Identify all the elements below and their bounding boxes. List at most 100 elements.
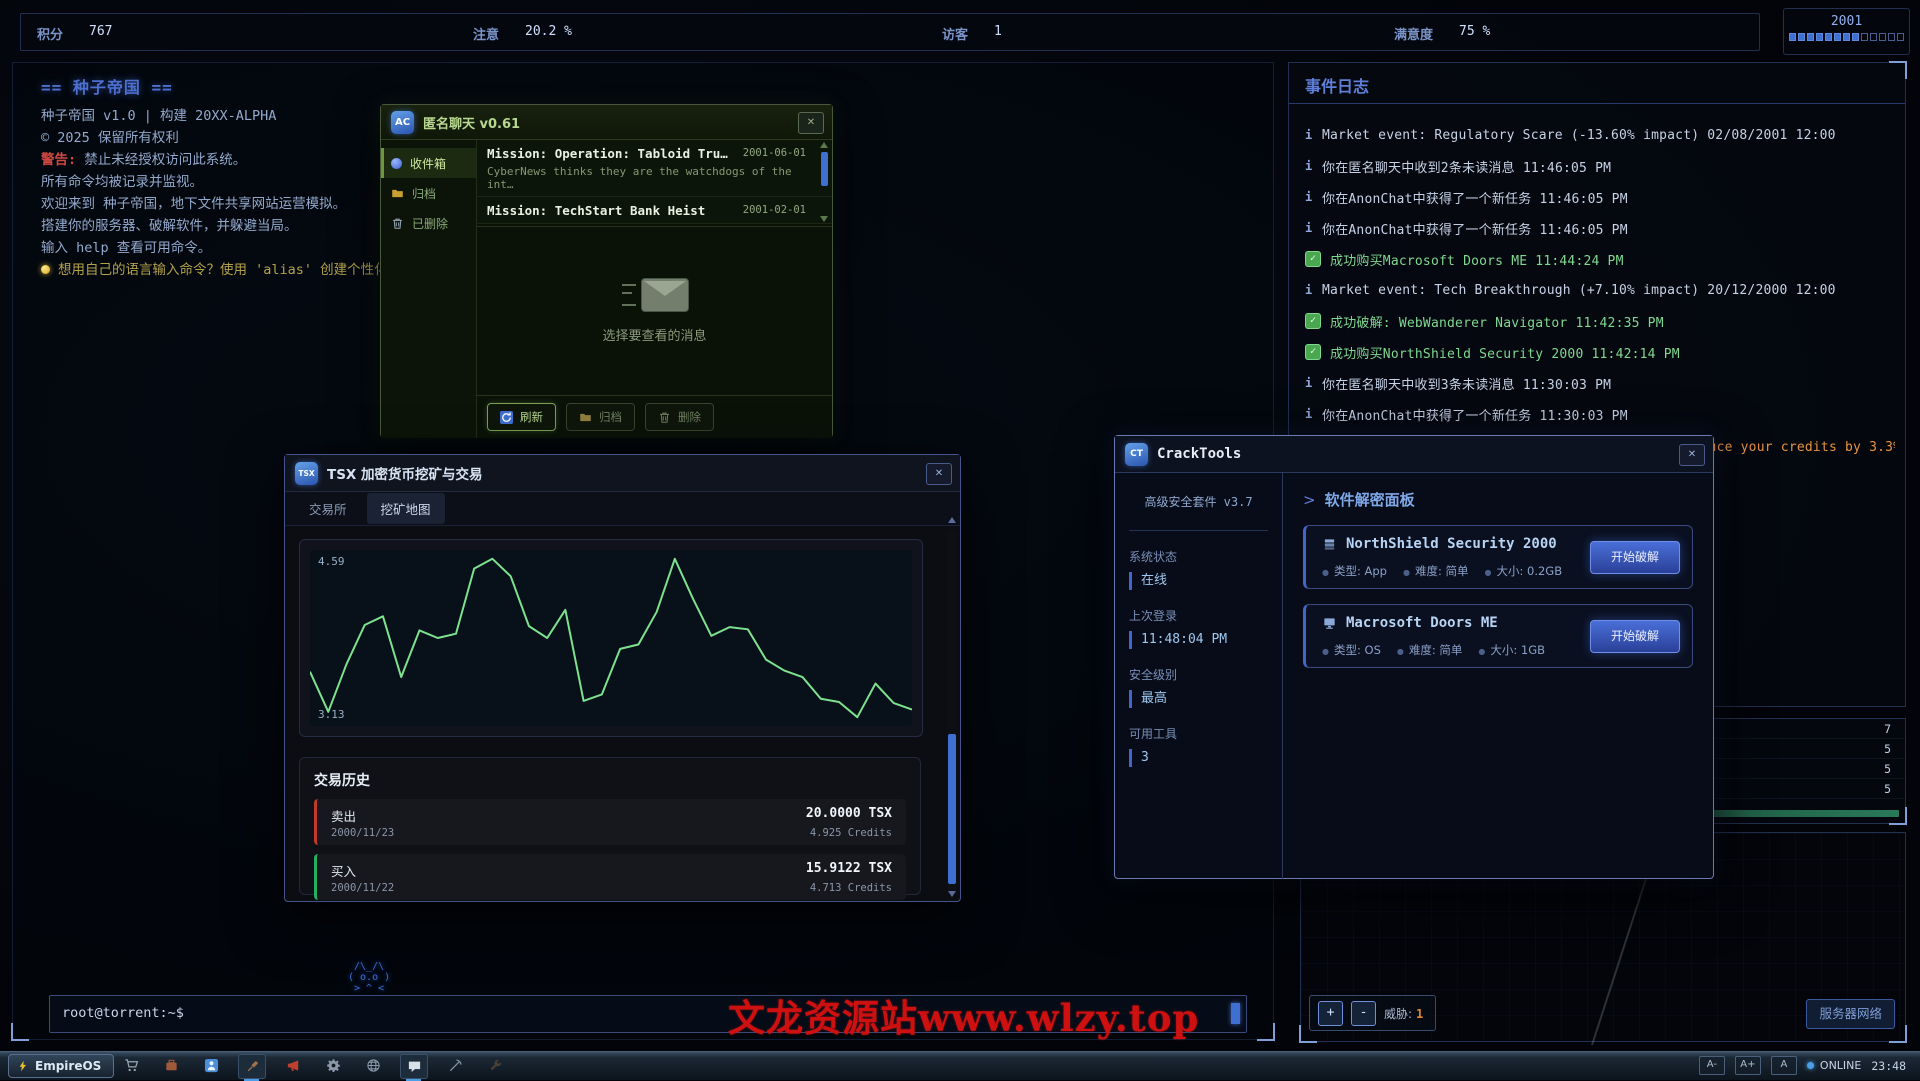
satisfaction-stat: 满意度 75 %: [1394, 24, 1490, 43]
satisfaction-label: 满意度: [1394, 24, 1433, 43]
font-smaller-button[interactable]: A-: [1699, 1056, 1725, 1075]
message-scrollbar[interactable]: [820, 142, 829, 222]
empty-message-hint: 选择要查看的消息: [602, 325, 706, 344]
system-stats: 系统状态在线上次登录11:48:04 PM安全级别最高可用工具3: [1129, 548, 1268, 767]
scroll-down-icon[interactable]: [948, 891, 956, 897]
anonchat-footer: 刷新归档删除: [477, 395, 832, 438]
server-network-button[interactable]: 服务器网络: [1806, 999, 1895, 1029]
visitors-value: 1: [994, 24, 1002, 43]
event-text: 成功购买NorthShield Security 2000 11:42:14 P…: [1330, 343, 1680, 361]
cart-icon[interactable]: [118, 1054, 144, 1077]
map-controls: + - 威胁:1: [1309, 995, 1436, 1031]
desktop: 积分 767 注意 20.2 % 访客 1 满意度 75 % 2001 == 种…: [0, 0, 1920, 1080]
stats-value: 5: [1884, 762, 1891, 776]
decrypt-panel-title: 软件解密面板: [1325, 491, 1415, 509]
software-name: NorthShield Security 2000: [1322, 536, 1557, 552]
pickaxe-icon[interactable]: [442, 1054, 468, 1077]
event-text: Market event: Tech Breakthrough (+7.10% …: [1322, 283, 1836, 298]
anonchat-body: 收件箱归档已删除 Mission: Operation: Tabloid Tru…: [381, 140, 832, 438]
start-crack-button[interactable]: 开始破解: [1590, 541, 1680, 574]
event-text: 你在匿名聊天中收到3条未读消息 11:30:03 PM: [1322, 374, 1611, 392]
font-reset-button[interactable]: A: [1771, 1056, 1797, 1075]
taskbar: EmpireOS A- A+ A ONLINE 23:48: [0, 1051, 1920, 1080]
cracktools-titlebar[interactable]: CT CrackTools ✕: [1115, 436, 1713, 473]
terminal-line-text: 欢迎来到 种子帝国，地下文件共享网站运营模拟。: [41, 196, 346, 212]
zoom-out-button[interactable]: -: [1351, 1001, 1376, 1026]
font-larger-button[interactable]: A+: [1735, 1056, 1761, 1075]
gear-icon[interactable]: [320, 1054, 346, 1077]
tsx-tab-交易所[interactable]: 交易所: [295, 493, 361, 524]
stat-value: 3: [1129, 749, 1268, 767]
globe-icon[interactable]: [360, 1054, 386, 1077]
chat-button-删除[interactable]: 删除: [645, 403, 714, 431]
anonchat-titlebar[interactable]: AC 匿名聊天 v0.61 ✕: [381, 105, 832, 140]
tsx-tab-挖矿地图[interactable]: 挖矿地图: [367, 493, 445, 524]
software-meta-item: ●类型: OS: [1322, 642, 1381, 658]
online-dot-icon: [1807, 1062, 1814, 1069]
chat-button-刷新[interactable]: 刷新: [487, 403, 556, 431]
zoom-in-button[interactable]: +: [1318, 1001, 1343, 1026]
chat-tab-归档[interactable]: 归档: [381, 178, 476, 208]
info-icon: i: [1305, 159, 1313, 173]
price-chart-card: 4.59 3.13: [299, 539, 923, 737]
gear-icon: [326, 1058, 341, 1073]
scrollbar-thumb[interactable]: [948, 734, 956, 884]
software-meta: ●类型: OS●难度: 简单●大小: 1GB: [1322, 642, 1545, 658]
message-list: Mission: Operation: Tabloid Tru…2001-06-…: [477, 140, 832, 227]
trade-amount: 20.0000 TSX: [806, 806, 892, 821]
event-log-entry: ✓成功破解: WebWanderer Navigator 11:42:35 PM: [1305, 312, 1895, 330]
close-icon[interactable]: ✕: [926, 463, 952, 485]
threat-value: 1: [1416, 1007, 1423, 1021]
start-crack-button[interactable]: 开始破解: [1590, 620, 1680, 653]
cracktools-main: >软件解密面板 NorthShield Security 2000●类型: Ap…: [1283, 473, 1713, 879]
tsx-window: TSX TSX 加密货币挖矿与交易 ✕ 交易所挖矿地图 4.59 3.13 交易…: [284, 454, 961, 902]
info-icon: i: [1305, 283, 1313, 297]
score-value: 767: [89, 24, 112, 43]
wrench-icon: [488, 1058, 503, 1073]
divider: [1289, 103, 1905, 104]
os-start-button[interactable]: EmpireOS: [8, 1054, 114, 1078]
info-icon: i: [1305, 128, 1313, 142]
user-icon[interactable]: [198, 1054, 224, 1077]
wrench-icon[interactable]: [482, 1054, 508, 1077]
check-icon: ✓: [1305, 313, 1321, 329]
tsx-title: TSX 加密货币挖矿与交易: [327, 463, 483, 483]
watermark-text: 文龙资源站www.wlzy.top: [728, 988, 1199, 1042]
megaphone-icon[interactable]: [280, 1054, 306, 1077]
software-meta-item: ●大小: 1GB: [1478, 642, 1545, 658]
year-progress-blocks: [1784, 33, 1909, 41]
globe-icon: [366, 1058, 381, 1073]
chat-icon[interactable]: [400, 1054, 428, 1079]
gavel-icon[interactable]: [238, 1054, 266, 1079]
chat-button-归档[interactable]: 归档: [566, 403, 635, 431]
trade-row: 买入2000/11/2215.9122 TSX4.713 Credits: [314, 854, 906, 900]
year-block: [1789, 33, 1796, 41]
trade-type: 卖出: [331, 806, 356, 825]
terminal-line-text: © 2025 保留所有权利: [41, 130, 179, 146]
event-log-entry: iMarket event: Regulatory Scare (-13.60%…: [1305, 126, 1895, 144]
tsx-titlebar[interactable]: TSX TSX 加密货币挖矿与交易 ✕: [285, 455, 960, 492]
package-icon[interactable]: [158, 1054, 184, 1077]
gavel-icon: [245, 1059, 260, 1074]
chat-tab-已删除[interactable]: 已删除: [381, 208, 476, 238]
year-block: [1879, 33, 1886, 41]
tsx-scrollbar[interactable]: [947, 529, 957, 895]
scrollbar-thumb[interactable]: [821, 152, 828, 186]
price-line: [310, 559, 912, 717]
chat-tab-收件箱[interactable]: 收件箱: [381, 148, 476, 178]
message-row[interactable]: Mission: Operation: Tabloid Tru…2001-06-…: [477, 140, 832, 197]
scroll-up-icon[interactable]: [820, 142, 828, 148]
chevron-right-icon: >: [1303, 491, 1316, 509]
event-log-entry: i你在匿名聊天中收到3条未读消息 11:30:03 PM: [1305, 374, 1895, 392]
scroll-down-icon[interactable]: [820, 216, 828, 222]
close-icon[interactable]: ✕: [1679, 444, 1705, 466]
close-icon[interactable]: ✕: [798, 112, 824, 134]
scroll-up-icon[interactable]: [948, 517, 956, 523]
message-preview-empty: 选择要查看的消息: [477, 227, 832, 395]
anonchat-main: Mission: Operation: Tabloid Tru…2001-06-…: [477, 140, 832, 438]
bullet-icon: ●: [1397, 647, 1404, 656]
message-row[interactable]: Mission: TechStart Bank Heist2001-02-01: [477, 197, 832, 224]
trade-credits: 4.925 Credits: [810, 827, 892, 839]
corner-bracket: [11, 1023, 29, 1041]
software-meta-item: ●大小: 0.2GB: [1485, 563, 1563, 579]
